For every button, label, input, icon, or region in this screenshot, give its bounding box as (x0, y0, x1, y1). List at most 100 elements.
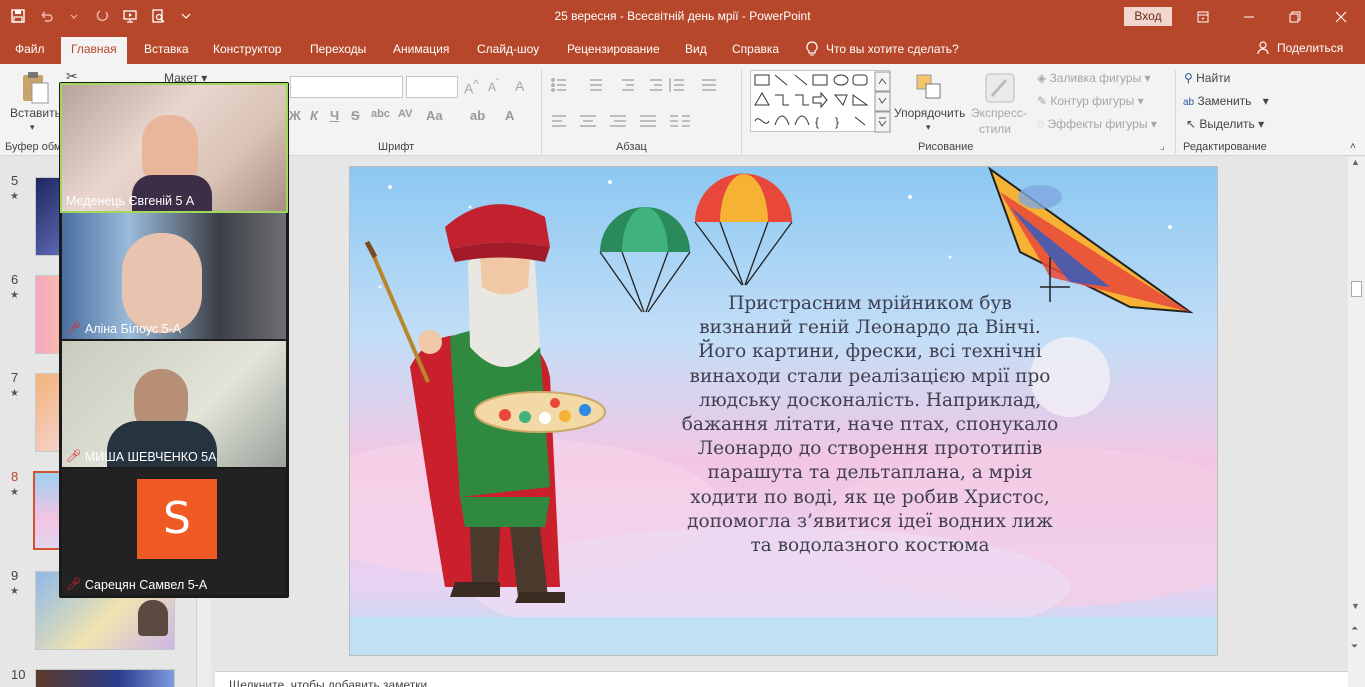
underline-button[interactable]: Ч (330, 108, 339, 123)
find-button[interactable]: ⚲ Найти (1184, 71, 1230, 85)
find-label: Найти (1196, 71, 1231, 85)
scroll-down-icon[interactable]: ▼ (1351, 601, 1360, 611)
char-spacing-button[interactable]: abc (371, 108, 390, 120)
close-icon[interactable] (1318, 0, 1364, 33)
minimize-icon[interactable] (1226, 0, 1272, 33)
strikethrough-button[interactable]: S (351, 108, 360, 123)
paste-button[interactable]: Вставить (10, 106, 61, 120)
ribbon-separator (741, 70, 742, 154)
muted-mic-icon: 🎤︎ (66, 321, 82, 335)
text-line: ходити по воді, як це робив Христос, (690, 486, 1050, 508)
arrange-icon[interactable] (914, 72, 944, 102)
shape-fill-label: Заливка фигуры (1049, 71, 1142, 85)
restore-icon[interactable] (1272, 0, 1318, 33)
participant-name: 🎤︎ Сарецян Самвел 5-А (66, 577, 207, 592)
video-call-gallery[interactable]: Меденець Євгеній 5 А 🎤︎ Аліна Білоус 5-А … (59, 82, 289, 598)
tab-slideshow[interactable]: Слайд-шоу (467, 37, 549, 64)
tell-me-label: Что вы хотите сделать? (826, 42, 959, 56)
slide-thumbnail-10[interactable] (35, 669, 175, 687)
tab-animations[interactable]: Анимация (383, 37, 459, 64)
tab-view[interactable]: Вид (675, 37, 717, 64)
search-icon: ⚲ (1184, 71, 1193, 85)
shapes-gallery[interactable]: {} (750, 70, 891, 133)
current-slide[interactable]: Пристрасним мрійником був визнаний геній… (349, 166, 1218, 656)
shape-fill-button[interactable]: ◈ Заливка фигуры ▾ (1037, 71, 1151, 85)
muted-mic-icon: 🎤︎ (66, 577, 82, 591)
participant-video[interactable]: 🎤︎ МИША ШЕВЧЕНКО 5А (62, 341, 286, 467)
animation-star-icon: ★ (10, 388, 19, 399)
italic-button[interactable]: К (310, 108, 318, 123)
svg-text:}: } (835, 115, 839, 129)
vertical-scrollbar[interactable]: ▲ ▼ ⏶ ⏷ (1348, 157, 1365, 687)
slide-number: 6 (11, 272, 19, 287)
tab-file[interactable]: Файл (5, 37, 55, 64)
participant-name-text: Меденець Євгеній 5 А (66, 194, 195, 208)
ribbon-tabs: Файл Главная Вставка Конструктор Переход… (0, 33, 1365, 64)
collapse-ribbon-icon[interactable]: ˄ (1350, 141, 1356, 152)
arrange-button[interactable]: Упорядочить (894, 106, 965, 120)
paragraph-group-label: Абзац (616, 141, 647, 153)
ribbon-separator (1175, 70, 1176, 154)
lightbulb-icon (806, 41, 818, 56)
clear-format-icon[interactable]: A (515, 78, 524, 94)
shape-outline-button[interactable]: ✎ Контур фигуры ▾ (1037, 94, 1144, 108)
previous-slide-icon[interactable]: ⏶ (1351, 623, 1358, 634)
paste-dropdown-icon[interactable]: ▾ (30, 122, 35, 133)
shape-effects-label: Эффекты фигуры (1047, 117, 1148, 131)
char-spacing2-button[interactable]: AV (398, 108, 412, 120)
next-slide-icon[interactable]: ⏷ (1351, 641, 1358, 652)
scroll-thumb[interactable] (1351, 281, 1362, 297)
tab-help[interactable]: Справка (722, 37, 789, 64)
notes-pane[interactable]: Щелкните, чтобы добавить заметки (215, 671, 1350, 687)
font-size-combo[interactable] (406, 76, 458, 98)
cursor-icon: ↖ (1186, 117, 1197, 131)
select-button[interactable]: ↖ Выделить ▾ (1186, 117, 1264, 131)
tab-transitions[interactable]: Переходы (300, 37, 376, 64)
paragraph-icons[interactable] (550, 76, 730, 132)
replace-button[interactable]: ab Заменить ▾ (1183, 94, 1269, 108)
sign-in-button[interactable]: Вход (1124, 7, 1172, 26)
slide-number: 9 (11, 568, 19, 583)
slide-body-text[interactable]: Пристрасним мрійником був визнаний геній… (650, 292, 1090, 558)
tell-me-search[interactable]: Что вы хотите сделать? (806, 41, 959, 57)
tab-insert[interactable]: Вставка (134, 37, 199, 64)
share-button[interactable]: Поделиться (1257, 41, 1343, 55)
muted-mic-icon: 🎤︎ (66, 449, 82, 463)
svg-text:{: { (815, 115, 819, 129)
text-line: допомогла з’явитися ідеї водних лиж (687, 510, 1053, 532)
share-label: Поделиться (1277, 41, 1344, 55)
quick-styles-label-2[interactable]: стили (979, 122, 1011, 136)
ribbon-separator (541, 70, 542, 154)
animation-star-icon: ★ (10, 487, 19, 498)
animation-star-icon: ★ (10, 191, 19, 202)
text-line: людську досконалість. Наприклад, (698, 389, 1042, 411)
slide-number: 10 (11, 667, 26, 682)
ribbon-display-options-icon[interactable] (1180, 0, 1226, 33)
bold-button[interactable]: Ж (289, 108, 301, 123)
font-name-combo[interactable] (290, 76, 403, 98)
change-case-button[interactable]: Aa (426, 108, 443, 123)
tab-review[interactable]: Рецензирование (557, 37, 670, 64)
slide-number: 7 (11, 370, 19, 385)
highlight-button[interactable]: ab (470, 108, 485, 123)
font-group-label: Шрифт (378, 141, 415, 153)
quick-styles-icon[interactable] (984, 72, 1016, 104)
participant-video[interactable]: S 🎤︎ Сарецян Самвел 5-А (62, 469, 286, 595)
text-line: винаходи стали реалізацією мрії про (689, 365, 1051, 387)
participant-video[interactable]: 🎤︎ Аліна Білоус 5-А (62, 213, 286, 339)
increase-font-icon[interactable]: A^ (464, 78, 479, 97)
text-line: визнаний геній Леонардо да Вінчі. (699, 317, 1041, 339)
tab-home[interactable]: Главная (61, 37, 127, 64)
arrange-dropdown-icon[interactable]: ▾ (926, 122, 931, 133)
text-line: бажання літати, наче птах, спонукало (681, 414, 1059, 436)
tab-design[interactable]: Конструктор (203, 37, 291, 64)
dialog-launcher-icon[interactable]: ⌟ (1160, 141, 1165, 152)
quick-styles-label-1[interactable]: Экспресс- (971, 106, 1027, 120)
text-line: парашута та дельтаплана, а мрія (707, 462, 1033, 484)
decrease-font-icon[interactable]: Aˇ (488, 78, 499, 94)
font-color-button[interactable]: A (505, 108, 514, 123)
participant-video[interactable]: Меденець Євгеній 5 А (60, 83, 288, 213)
paste-icon[interactable] (20, 70, 50, 106)
shape-effects-button[interactable]: ◌ Эффекты фигуры ▾ (1037, 117, 1157, 131)
scroll-up-icon[interactable]: ▲ (1351, 157, 1360, 167)
